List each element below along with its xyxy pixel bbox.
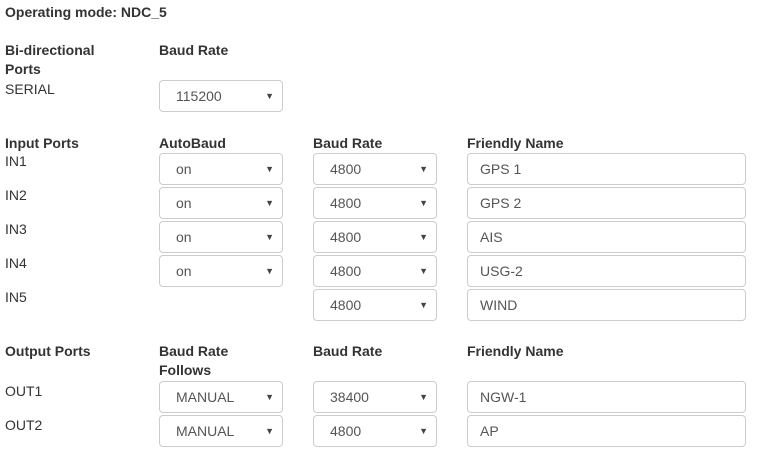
input-name-header: Friendly Name [467, 135, 564, 151]
friendly-name-input[interactable]: AIS [467, 221, 746, 253]
port-name: IN2 [5, 187, 27, 203]
autobaud-select[interactable]: on ▼ [159, 255, 283, 287]
select-value: on [176, 229, 192, 245]
select-value: MANUAL [176, 423, 235, 439]
select-value: 4800 [330, 195, 362, 211]
port-name: OUT1 [5, 383, 43, 399]
baud-follows-select[interactable]: MANUAL ▼ [159, 415, 283, 447]
baud-rate-select[interactable]: 4800 ▼ [313, 187, 437, 219]
bidir-baud-header: Baud Rate [159, 42, 229, 58]
baud-rate-select[interactable]: 4800 ▼ [313, 221, 437, 253]
chevron-down-icon: ▼ [419, 232, 428, 242]
select-value: 115200 [176, 88, 222, 104]
baud-follows-select[interactable]: MANUAL ▼ [159, 381, 283, 413]
port-name: IN5 [5, 289, 27, 305]
select-value: 4800 [330, 161, 362, 177]
chevron-down-icon: ▼ [265, 426, 274, 436]
friendly-name-input[interactable]: USG-2 [467, 255, 746, 287]
chevron-down-icon: ▼ [419, 300, 428, 310]
friendly-name-input[interactable]: GPS 2 [467, 187, 746, 219]
autobaud-select[interactable]: on ▼ [159, 187, 283, 219]
friendly-name-input[interactable]: GPS 1 [467, 153, 746, 185]
chevron-down-icon: ▼ [265, 164, 274, 174]
select-value: MANUAL [176, 389, 235, 405]
input-header: Input Ports [5, 135, 79, 151]
baud-rate-select[interactable]: 4800 ▼ [313, 289, 437, 321]
chevron-down-icon: ▼ [419, 198, 428, 208]
chevron-down-icon: ▼ [265, 232, 274, 242]
chevron-down-icon: ▼ [265, 198, 274, 208]
chevron-down-icon: ▼ [419, 426, 428, 436]
select-value: on [176, 195, 192, 211]
bidir-header: Bi-directional Ports [5, 42, 95, 77]
port-name: IN3 [5, 221, 27, 237]
select-value: 4800 [330, 229, 362, 245]
baud-rate-select[interactable]: 4800 ▼ [313, 415, 437, 447]
baud-rate-select[interactable]: 38400 ▼ [313, 381, 437, 413]
input-baud-header: Baud Rate [313, 135, 383, 151]
chevron-down-icon: ▼ [265, 392, 274, 402]
select-value: 4800 [330, 263, 362, 279]
port-name: IN4 [5, 255, 27, 271]
chevron-down-icon: ▼ [419, 164, 428, 174]
friendly-name-input[interactable]: WIND [467, 289, 746, 321]
operating-mode-title: Operating mode: NDC_5 [5, 4, 167, 20]
friendly-name-input[interactable]: AP [467, 415, 746, 447]
serial-baud-select[interactable]: 115200 ▼ [159, 80, 283, 112]
baud-rate-select[interactable]: 4800 ▼ [313, 153, 437, 185]
port-name: SERIAL [5, 81, 55, 97]
output-header: Output Ports [5, 343, 91, 359]
select-value: 38400 [330, 389, 369, 405]
chevron-down-icon: ▼ [265, 266, 274, 276]
chevron-down-icon: ▼ [419, 392, 428, 402]
select-value: on [176, 263, 192, 279]
port-name: OUT2 [5, 417, 43, 433]
autobaud-select[interactable]: on ▼ [159, 221, 283, 253]
friendly-name-input[interactable]: NGW-1 [467, 381, 746, 413]
output-name-header: Friendly Name [467, 343, 564, 359]
follows-header: Baud Rate Follows [159, 343, 229, 378]
baud-rate-select[interactable]: 4800 ▼ [313, 255, 437, 287]
autobaud-header: AutoBaud [159, 135, 226, 151]
port-name: IN1 [5, 153, 27, 169]
autobaud-select[interactable]: on ▼ [159, 153, 283, 185]
select-value: 4800 [330, 423, 362, 439]
output-baud-header: Baud Rate [313, 343, 383, 359]
chevron-down-icon: ▼ [419, 266, 428, 276]
select-value: on [176, 161, 192, 177]
select-value: 4800 [330, 297, 362, 313]
chevron-down-icon: ▼ [265, 91, 274, 101]
